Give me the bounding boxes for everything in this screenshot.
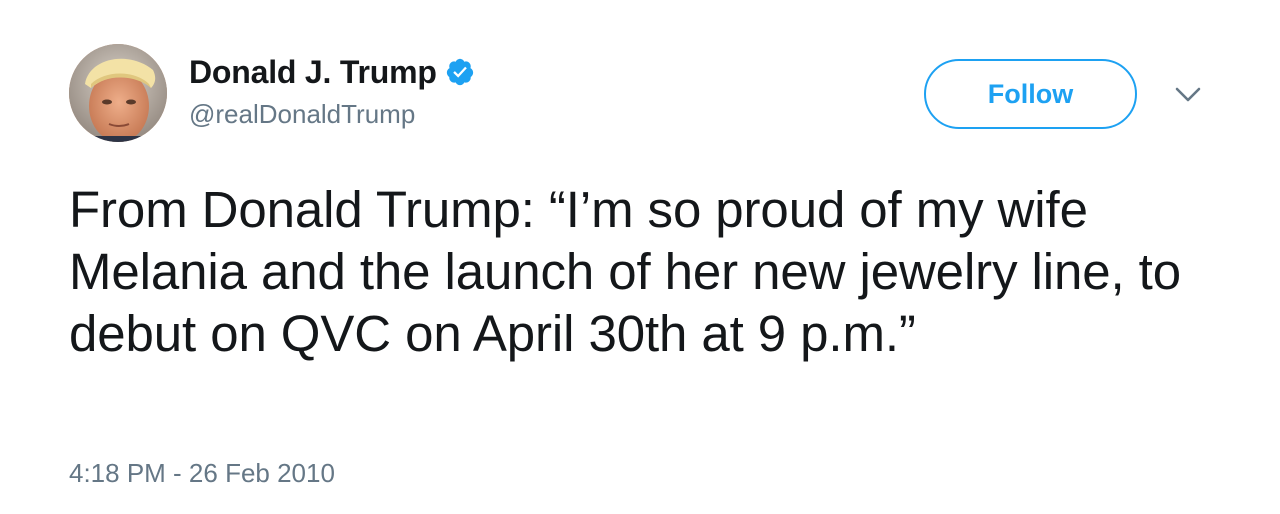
author-display-name[interactable]: Donald J. Trump bbox=[189, 54, 437, 91]
author-name-row[interactable]: Donald J. Trump bbox=[189, 52, 475, 92]
tweet-timestamp[interactable]: 4:18 PM - 26 Feb 2010 bbox=[69, 458, 335, 489]
follow-button[interactable]: Follow bbox=[924, 59, 1137, 129]
author-handle[interactable]: @realDonaldTrump bbox=[189, 99, 415, 130]
tweet-card: Donald J. Trump @realDonaldTrump Follow … bbox=[0, 0, 1280, 514]
tweet-text: From Donald Trump: “I’m so proud of my w… bbox=[69, 181, 1181, 362]
profile-photo-icon bbox=[69, 44, 167, 142]
chevron-down-icon[interactable] bbox=[1173, 84, 1203, 106]
avatar[interactable] bbox=[69, 44, 167, 142]
verified-badge-icon bbox=[445, 57, 475, 87]
